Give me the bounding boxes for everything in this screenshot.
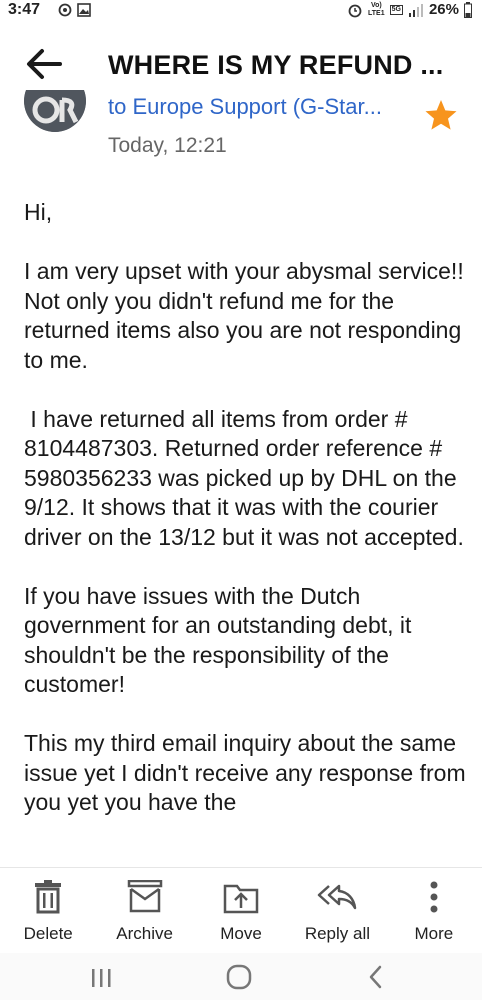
signal-icon: [408, 3, 423, 17]
message-header: to Europe Support (G-Star... Today, 12:2…: [0, 90, 482, 170]
recent-apps-button[interactable]: [81, 961, 121, 993]
body-paragraph: This my third email inquiry about the sa…: [24, 730, 472, 815]
sender-avatar[interactable]: [24, 90, 86, 132]
message-date: Today, 12:21: [108, 134, 227, 157]
gallery-icon: [77, 3, 91, 17]
message-body: Hi, I am very upset with your abysmal se…: [0, 170, 482, 867]
sync-icon: [58, 3, 72, 17]
more-button[interactable]: More: [386, 868, 482, 954]
volte-indicator: Vo) LTE1: [368, 1, 385, 17]
body-paragraph: I have returned all items from order # 8…: [24, 405, 464, 550]
more-label: More: [414, 924, 454, 943]
delete-label: Delete: [23, 924, 73, 943]
delete-button[interactable]: Delete: [0, 868, 96, 954]
trash-icon: [35, 880, 62, 914]
avatar-logo-icon: [24, 90, 86, 132]
back-nav-button[interactable]: [357, 961, 397, 993]
body-paragraph: Hi,: [24, 199, 53, 225]
back-button[interactable]: [22, 42, 66, 86]
star-icon: [425, 100, 457, 130]
archive-label: Archive: [116, 924, 173, 943]
archive-icon: [127, 880, 162, 913]
message-toolbar: Delete Archive Move Reply all More: [0, 867, 482, 954]
battery-percent: 26%: [428, 1, 459, 18]
page-title: WHERE IS MY REFUND ...: [108, 50, 444, 80]
recent-apps-icon: [92, 969, 111, 987]
body-paragraph: If you have issues with the Dutch govern…: [24, 582, 418, 698]
home-button[interactable]: [219, 961, 259, 993]
reply-all-icon: [318, 884, 357, 910]
reply-all-label: Reply all: [304, 924, 371, 943]
status-bar: 3:47 Vo) LTE1 5G 26%: [0, 0, 482, 22]
reply-all-button[interactable]: Reply all: [289, 868, 385, 954]
body-paragraph: I am very upset with your abysmal servic…: [24, 258, 471, 373]
chevron-left-icon: [369, 965, 382, 989]
system-nav-bar: [0, 953, 482, 1000]
move-button[interactable]: Move: [193, 868, 289, 954]
recipient-name: Europe Support (G-Star...: [132, 94, 382, 119]
more-vertical-icon: [430, 881, 438, 913]
to-label: to: [108, 94, 127, 119]
move-label: Move: [220, 924, 262, 943]
move-folder-icon: [223, 884, 259, 914]
star-button[interactable]: [424, 98, 458, 132]
network-indicator: 5G: [389, 4, 403, 15]
home-icon: [226, 964, 252, 990]
archive-button[interactable]: Archive: [96, 868, 192, 954]
status-time: 3:47: [8, 1, 41, 18]
recipient-line[interactable]: to Europe Support (G-Star...: [108, 94, 382, 120]
battery-icon: [464, 1, 472, 18]
alarm-icon: [348, 4, 362, 17]
arrow-left-icon: [27, 49, 62, 79]
